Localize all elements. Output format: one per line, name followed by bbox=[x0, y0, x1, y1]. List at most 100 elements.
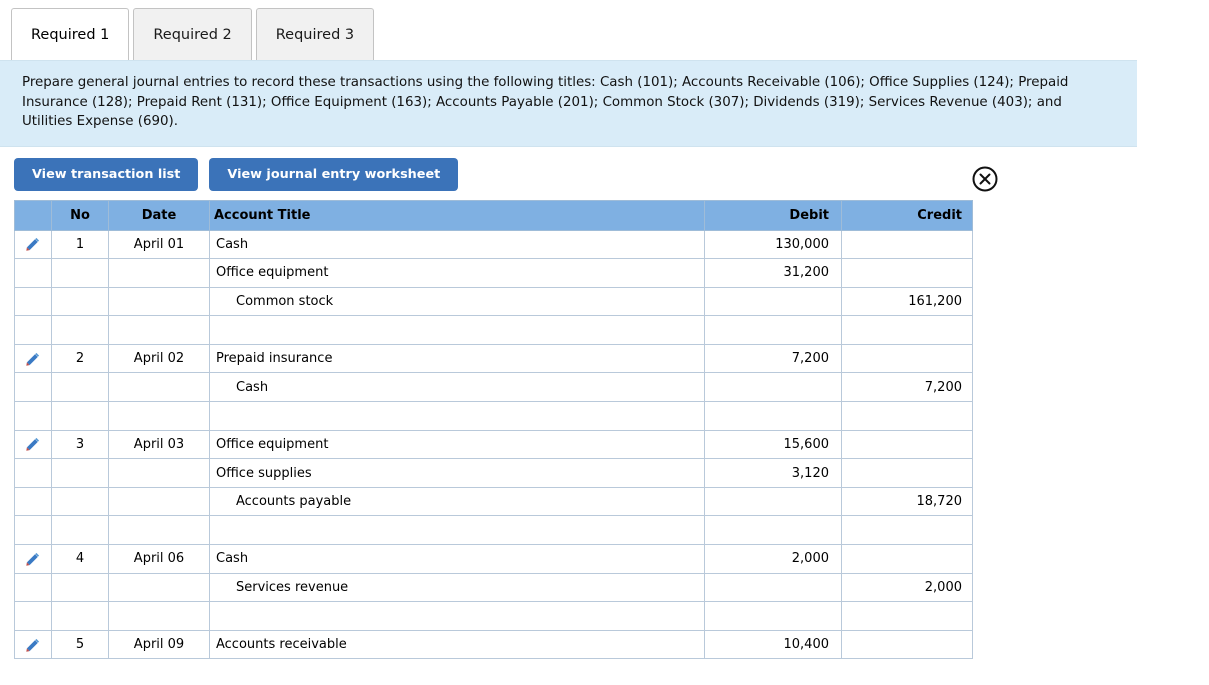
cell-debit[interactable] bbox=[704, 401, 842, 431]
cell-title[interactable] bbox=[209, 315, 705, 345]
cell-title[interactable]: Cash bbox=[209, 229, 705, 260]
cell-date[interactable] bbox=[108, 458, 210, 488]
cell-no[interactable] bbox=[51, 486, 109, 517]
journal-table-container: No Date Account Title Debit Credit 1 Apri… bbox=[0, 199, 1209, 660]
cell-credit[interactable]: 2,000 bbox=[841, 572, 973, 603]
cell-debit[interactable]: 10,400 bbox=[704, 629, 842, 660]
cell-title[interactable] bbox=[209, 401, 705, 431]
cell-credit[interactable] bbox=[841, 429, 973, 460]
cell-title[interactable]: Cash bbox=[209, 544, 705, 574]
row-actions-empty bbox=[14, 315, 52, 345]
circle-x-icon bbox=[972, 166, 998, 192]
table-row bbox=[14, 515, 973, 546]
cell-date[interactable]: April 09 bbox=[108, 629, 210, 660]
cell-title[interactable] bbox=[209, 601, 705, 631]
cell-date[interactable] bbox=[108, 486, 210, 517]
cell-date[interactable] bbox=[108, 258, 210, 288]
cell-no[interactable]: 2 bbox=[51, 343, 109, 374]
cell-credit[interactable]: 18,720 bbox=[841, 486, 973, 517]
cell-date[interactable] bbox=[108, 401, 210, 431]
cell-credit[interactable] bbox=[841, 229, 973, 260]
cell-no[interactable] bbox=[51, 458, 109, 488]
cell-credit[interactable]: 161,200 bbox=[841, 286, 973, 317]
tab-required-3[interactable]: Required 3 bbox=[255, 8, 375, 60]
cell-credit[interactable] bbox=[841, 401, 973, 431]
cell-credit[interactable] bbox=[841, 343, 973, 374]
cell-title[interactable]: Office supplies bbox=[209, 458, 705, 488]
cell-date[interactable]: April 01 bbox=[108, 229, 210, 260]
table-row: 1 April 01 Cash 130,000 bbox=[14, 229, 973, 260]
cell-no[interactable] bbox=[51, 258, 109, 288]
cell-debit[interactable] bbox=[704, 372, 842, 403]
cell-no[interactable] bbox=[51, 601, 109, 631]
cell-credit[interactable] bbox=[841, 458, 973, 488]
edit-entry-button[interactable] bbox=[14, 544, 52, 574]
cell-debit[interactable] bbox=[704, 601, 842, 631]
cell-debit[interactable] bbox=[704, 315, 842, 345]
cell-date[interactable]: April 02 bbox=[108, 343, 210, 374]
cell-debit[interactable]: 3,120 bbox=[704, 458, 842, 488]
cell-no[interactable] bbox=[51, 286, 109, 317]
cell-no[interactable]: 3 bbox=[51, 429, 109, 460]
cell-date[interactable] bbox=[108, 315, 210, 345]
edit-entry-button[interactable] bbox=[14, 343, 52, 374]
cell-debit[interactable]: 2,000 bbox=[704, 544, 842, 574]
row-actions-empty bbox=[14, 258, 52, 288]
cell-date[interactable] bbox=[108, 601, 210, 631]
cell-title[interactable]: Cash bbox=[209, 372, 705, 403]
view-journal-entry-worksheet-button[interactable]: View journal entry worksheet bbox=[209, 157, 459, 191]
tab-required-2[interactable]: Required 2 bbox=[133, 8, 252, 60]
cell-title[interactable]: Common stock bbox=[209, 286, 705, 317]
cell-credit[interactable] bbox=[841, 601, 973, 631]
cell-title[interactable]: Prepaid insurance bbox=[209, 343, 705, 374]
cell-debit[interactable]: 7,200 bbox=[704, 343, 842, 374]
tab-required-1[interactable]: Required 1 bbox=[11, 8, 130, 60]
cell-debit[interactable] bbox=[704, 286, 842, 317]
cell-date[interactable]: April 03 bbox=[108, 429, 210, 460]
tab-bar: Required 1 Required 2 Required 3 bbox=[0, 0, 1209, 60]
cell-no[interactable]: 4 bbox=[51, 544, 109, 574]
close-button[interactable] bbox=[970, 164, 1000, 194]
cell-debit[interactable]: 15,600 bbox=[704, 429, 842, 460]
cell-title[interactable]: Services revenue bbox=[209, 572, 705, 603]
cell-no[interactable] bbox=[51, 401, 109, 431]
cell-no[interactable]: 5 bbox=[51, 629, 109, 660]
row-actions-empty bbox=[14, 286, 52, 317]
edit-entry-button[interactable] bbox=[14, 229, 52, 260]
table-row: 2 April 02 Prepaid insurance 7,200 bbox=[14, 343, 973, 374]
cell-date[interactable] bbox=[108, 572, 210, 603]
journal-table-body: 1 April 01 Cash 130,000 Office equipment 31,2… bbox=[14, 229, 973, 660]
cell-no[interactable] bbox=[51, 572, 109, 603]
cell-credit[interactable] bbox=[841, 515, 973, 546]
cell-date[interactable]: April 06 bbox=[108, 544, 210, 574]
cell-title[interactable]: Accounts payable bbox=[209, 486, 705, 517]
table-row: Office supplies 3,120 bbox=[14, 458, 973, 488]
cell-debit[interactable] bbox=[704, 486, 842, 517]
edit-entry-button[interactable] bbox=[14, 629, 52, 660]
cell-title[interactable] bbox=[209, 515, 705, 546]
pencil-icon bbox=[26, 238, 40, 251]
cell-title[interactable]: Accounts receivable bbox=[209, 629, 705, 660]
cell-date[interactable] bbox=[108, 372, 210, 403]
cell-credit[interactable] bbox=[841, 315, 973, 345]
cell-date[interactable] bbox=[108, 286, 210, 317]
cell-date[interactable] bbox=[108, 515, 210, 546]
tab-label: Required 1 bbox=[31, 26, 110, 43]
cell-debit[interactable]: 130,000 bbox=[704, 229, 842, 260]
cell-debit[interactable] bbox=[704, 515, 842, 546]
cell-credit[interactable] bbox=[841, 544, 973, 574]
cell-debit[interactable]: 31,200 bbox=[704, 258, 842, 288]
view-transaction-list-button[interactable]: View transaction list bbox=[14, 157, 199, 191]
cell-no[interactable]: 1 bbox=[51, 229, 109, 260]
cell-no[interactable] bbox=[51, 372, 109, 403]
cell-credit[interactable] bbox=[841, 258, 973, 288]
edit-entry-button[interactable] bbox=[14, 429, 52, 460]
cell-no[interactable] bbox=[51, 315, 109, 345]
instructions-panel: Prepare general journal entries to recor… bbox=[0, 60, 1137, 147]
cell-credit[interactable] bbox=[841, 629, 973, 660]
cell-title[interactable]: Office equipment bbox=[209, 429, 705, 460]
cell-debit[interactable] bbox=[704, 572, 842, 603]
cell-title[interactable]: Office equipment bbox=[209, 258, 705, 288]
cell-credit[interactable]: 7,200 bbox=[841, 372, 973, 403]
cell-no[interactable] bbox=[51, 515, 109, 546]
